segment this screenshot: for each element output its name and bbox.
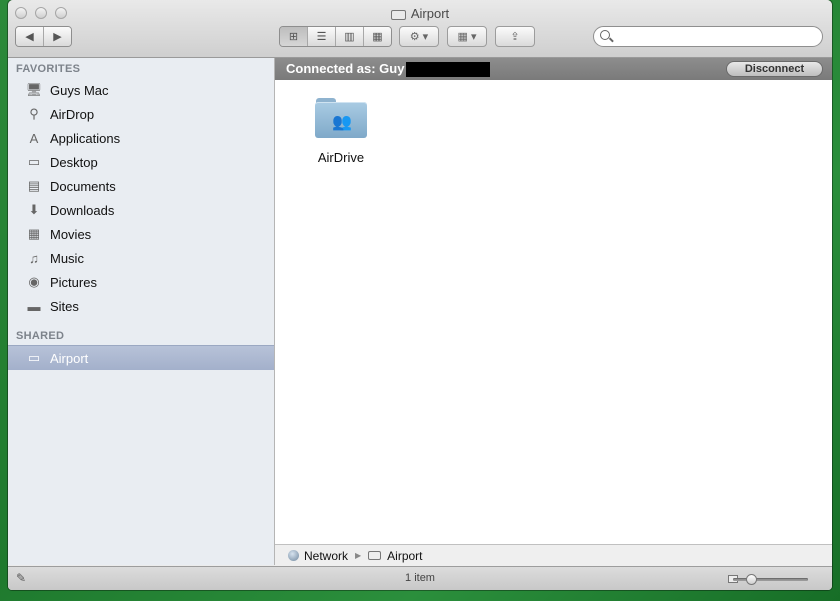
icon-size-slider[interactable] — [733, 578, 808, 581]
file-item-airdrive[interactable]: 👥 AirDrive — [315, 98, 367, 165]
search-input[interactable] — [616, 29, 820, 45]
sidebar-item-label: Sites — [50, 298, 79, 314]
icon-size-slider-knob[interactable] — [745, 574, 757, 585]
connection-bar: Connected as: Guy Disconnect — [275, 58, 832, 80]
sidebar-item-label: Pictures — [50, 274, 97, 290]
computer-icon: 🖥 — [25, 82, 43, 97]
sidebar: FAVORITES 🖥 Guys Mac ⚲ AirDrop A Applica… — [8, 58, 275, 565]
shared-folder-icon: 👥 — [315, 98, 367, 140]
sidebar-item-label: Applications — [50, 130, 121, 146]
coverflow-view-icon: ▦ — [372, 31, 383, 43]
action-menu-button[interactable]: ⚙ ▾ — [399, 26, 439, 47]
airport-disk-icon: ▭ — [27, 350, 41, 365]
sidebar-item-label: Airport — [50, 350, 89, 366]
gear-icon: ⚙ ▾ — [409, 31, 429, 43]
sidebar-item-label: Movies — [50, 226, 92, 242]
pictures-icon: ◉ — [28, 274, 40, 289]
arrange-icon: ▦ ▾ — [457, 31, 477, 43]
window-title: Airport — [8, 6, 832, 21]
arrange-menu-button[interactable]: ▦ ▾ — [447, 26, 487, 47]
forward-arrow-icon: ▶ — [53, 31, 62, 43]
status-bar: ✎ 1 item — [8, 566, 832, 590]
sidebar-item-desktop[interactable]: ▭ Desktop — [8, 150, 274, 174]
search-icon — [600, 30, 610, 40]
column-view-button[interactable]: ▥ — [336, 27, 364, 46]
desktop-icon: ▭ — [27, 154, 41, 169]
sidebar-item-label: Documents — [50, 178, 116, 194]
item-count: 1 item — [405, 572, 435, 584]
list-view-button[interactable]: ☰ — [308, 27, 336, 46]
path-bar: Network ▶ Airport — [275, 544, 832, 566]
file-browser: Connected as: Guy Disconnect 👥 AirDrive — [275, 58, 832, 544]
path-crumb-airport[interactable]: Airport — [387, 549, 422, 563]
back-arrow-icon: ◀ — [25, 31, 34, 43]
sidebar-item-music[interactable]: ♫ Music — [8, 246, 274, 270]
airport-disk-icon — [390, 9, 406, 20]
disconnect-button[interactable]: Disconnect — [726, 61, 823, 77]
path-crumb-network[interactable]: Network — [304, 549, 348, 563]
icon-view-icon: ⊞ — [288, 31, 299, 43]
connected-label: Connected as: Guy — [286, 61, 491, 78]
back-forward-buttons: ◀ ▶ — [15, 26, 72, 47]
sidebar-item-label: Downloads — [50, 202, 115, 218]
sidebar-item-movies[interactable]: ▦ Movies — [8, 222, 274, 246]
file-item-label: AirDrive — [317, 150, 365, 165]
view-mode-buttons: ⊞ ☰ ▥ ▦ — [279, 26, 392, 47]
applications-icon: A — [29, 130, 39, 146]
share-button[interactable]: ⇪ — [495, 26, 535, 47]
music-icon: ♫ — [29, 250, 39, 266]
downloads-icon: ⬇ — [28, 202, 40, 217]
toolbar: Airport ◀ ▶ ⊞ ☰ ▥ ▦ ⚙ ▾ ▦ ▾ ⇪ — [8, 0, 832, 58]
sidebar-item-label: Desktop — [50, 154, 98, 170]
sidebar-item-documents[interactable]: ▤ Documents — [8, 174, 274, 198]
sidebar-item-pictures[interactable]: ◉ Pictures — [8, 270, 274, 294]
finder-window: Airport ◀ ▶ ⊞ ☰ ▥ ▦ ⚙ ▾ ▦ ▾ ⇪ FAVORITES — [8, 0, 832, 590]
sidebar-item-label: Music — [50, 250, 84, 266]
airport-disk-icon — [368, 551, 382, 560]
sidebar-item-label: Guys Mac — [50, 82, 109, 98]
column-view-icon: ▥ — [344, 31, 355, 43]
redacted-username — [406, 62, 491, 78]
shared-header: SHARED — [16, 330, 65, 342]
coverflow-view-button[interactable]: ▦ — [364, 27, 391, 46]
network-globe-icon — [288, 550, 299, 561]
sidebar-item-label: AirDrop — [50, 106, 95, 122]
airdrop-icon: ⚲ — [29, 106, 39, 121]
icon-view-button[interactable]: ⊞ — [280, 27, 308, 46]
share-icon: ⇪ — [510, 31, 520, 43]
path-separator-icon: ▶ — [355, 551, 362, 560]
back-button[interactable]: ◀ — [16, 27, 44, 46]
list-view-icon: ☰ — [316, 31, 327, 43]
sidebar-item-applications[interactable]: A Applications — [8, 126, 274, 150]
documents-icon: ▤ — [27, 178, 41, 193]
sidebar-item-downloads[interactable]: ⬇ Downloads — [8, 198, 274, 222]
sidebar-item-guys-mac[interactable]: 🖥 Guys Mac — [8, 78, 274, 102]
movies-icon: ▦ — [27, 226, 41, 241]
sidebar-item-sites[interactable]: ▬ Sites — [8, 294, 274, 318]
search-field[interactable] — [593, 26, 823, 47]
forward-button[interactable]: ▶ — [44, 27, 71, 46]
favorites-header: FAVORITES — [16, 63, 81, 75]
folder-icon: ▬ — [27, 298, 41, 314]
sidebar-item-airdrop[interactable]: ⚲ AirDrop — [8, 102, 274, 126]
sidebar-item-airport[interactable]: ▭ Airport — [8, 345, 274, 370]
